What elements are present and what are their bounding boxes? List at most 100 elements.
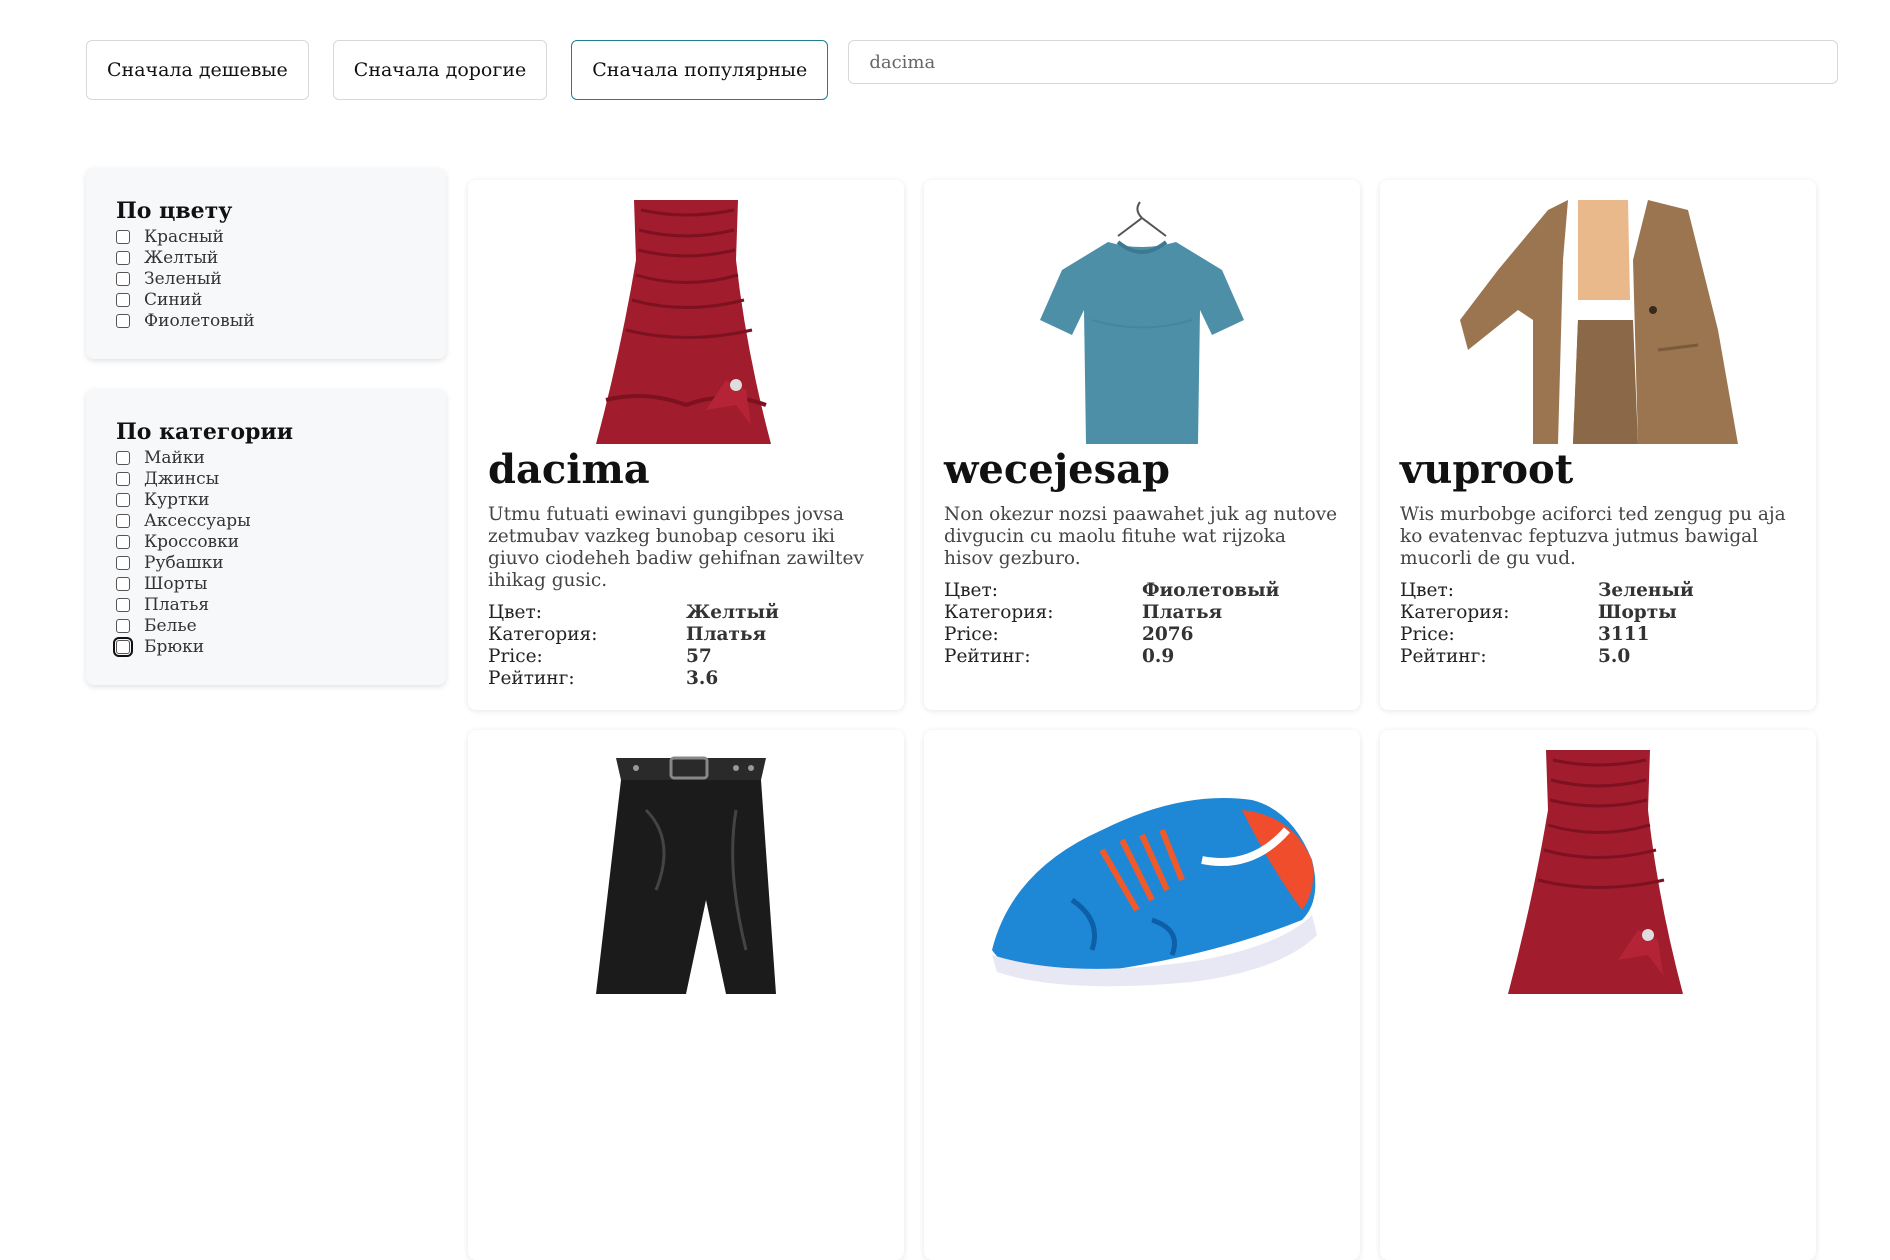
filter-label: Желтый [144,247,219,268]
product-attr-category: Категория: Шорты [1400,602,1796,624]
product-card[interactable] [468,730,904,1260]
product-card[interactable] [1380,730,1816,1260]
product-image-red-dress [488,200,884,444]
product-description: Non okezur nozsi paawahet juk ag nutove … [944,504,1338,569]
filter-label: Аксессуары [144,510,251,531]
filter-label: Белье [144,615,197,636]
filter-label: Кроссовки [144,531,240,552]
product-attr-category: Категория: Платья [944,602,1340,624]
attr-label: Цвет: [488,602,542,623]
product-title: vuproot [1400,446,1574,493]
checkbox[interactable] [116,576,130,591]
attr-value: 0.9 [1142,646,1175,667]
sort-popular-first-button[interactable]: Сначала популярные [571,40,829,100]
attr-label: Категория: [1400,602,1510,623]
product-description: Utmu futuati ewinavi gungibpes jovsa zet… [488,504,864,591]
color-filter-title: По цвету [116,198,233,224]
filter-label: Рубашки [144,552,224,573]
product-image-black-leather-shorts [488,750,884,994]
filter-label: Платья [144,594,210,615]
checkbox[interactable] [116,513,130,528]
category-filter-title: По категории [116,419,294,445]
product-card[interactable]: dacima Utmu futuati ewinavi gungibpes jo… [468,180,904,710]
search-input[interactable] [848,40,1838,84]
color-filter-item[interactable]: Зеленый [116,268,416,289]
category-filter-item[interactable]: Брюки [113,636,416,657]
attr-value: 2076 [1142,624,1194,645]
color-filter-item[interactable]: Красный [116,226,416,247]
attr-value: Желтый [686,602,779,623]
category-filter-item[interactable]: Белье [116,615,416,636]
color-filter-panel: По цвету Красный Желтый Зеленый Синий Фи… [86,168,446,359]
product-title: dacima [488,446,650,493]
category-filter-item[interactable]: Шорты [116,573,416,594]
product-grid: dacima Utmu futuati ewinavi gungibpes jo… [468,180,1816,1260]
category-filter-item[interactable]: Джинсы [116,468,416,489]
attr-value: 57 [686,646,712,667]
checkbox[interactable] [116,534,130,549]
checkbox[interactable] [116,555,130,570]
product-card[interactable] [924,730,1360,1260]
product-attr-rating: Рейтинг: 3.6 [488,668,884,690]
product-attr-price: Price: 3111 [1400,624,1796,646]
product-image-blue-sneaker [944,750,1340,994]
attr-value: 5.0 [1598,646,1631,667]
filter-label: Джинсы [144,468,220,489]
checkbox[interactable] [116,292,130,307]
category-filter-panel: По категории Майки Джинсы Куртки Аксессу… [86,389,446,685]
checkbox[interactable] [116,450,130,465]
color-filter-item[interactable]: Желтый [116,247,416,268]
sort-cheap-first-button[interactable]: Сначала дешевые [86,40,309,100]
sort-expensive-first-button[interactable]: Сначала дорогие [332,40,548,100]
attr-value: Фиолетовый [1142,580,1280,601]
attr-label: Цвет: [944,580,998,601]
category-filter-item[interactable]: Рубашки [116,552,416,573]
product-attr-color: Цвет: Фиолетовый [944,580,1340,602]
category-filter-item[interactable]: Куртки [116,489,416,510]
checkbox[interactable] [116,492,130,507]
checkbox[interactable] [116,471,130,486]
product-attr-price: Price: 2076 [944,624,1340,646]
filter-label: Красный [144,226,224,247]
checkbox[interactable] [116,313,130,328]
attr-label: Price: [488,646,543,667]
attr-value: Платья [686,624,767,645]
category-filter-item[interactable]: Платья [116,594,416,615]
attr-label: Цвет: [1400,580,1454,601]
color-filter-item[interactable]: Синий [116,289,416,310]
category-filter-item[interactable]: Кроссовки [116,531,416,552]
checkbox[interactable] [116,250,130,265]
attr-value: 3111 [1598,624,1650,645]
filter-label: Фиолетовый [144,310,255,331]
filters-sidebar: По цвету Красный Желтый Зеленый Синий Фи… [86,168,446,715]
filter-label: Зеленый [144,268,222,289]
attr-label: Рейтинг: [944,646,1031,667]
checkbox[interactable] [116,618,130,633]
product-attr-rating: Рейтинг: 0.9 [944,646,1340,668]
attr-label: Категория: [488,624,598,645]
sort-bar: Сначала дешевые Сначала дорогие Сначала … [86,40,1838,100]
attr-label: Категория: [944,602,1054,623]
filter-label: Брюки [144,636,205,657]
product-image-red-dress [1400,750,1796,994]
category-filter-item[interactable]: Майки [116,447,416,468]
attr-label: Price: [944,624,999,645]
checkbox[interactable] [116,597,130,612]
category-filter-item[interactable]: Аксессуары [116,510,416,531]
attr-label: Рейтинг: [1400,646,1487,667]
product-attr-price: Price: 57 [488,646,884,668]
product-attr-color: Цвет: Желтый [488,602,884,624]
attr-value: 3.6 [686,668,719,689]
filter-label: Майки [144,447,205,468]
color-filter-item[interactable]: Фиолетовый [116,310,416,331]
checkbox[interactable] [113,636,133,657]
attr-value: Платья [1142,602,1223,623]
checkbox[interactable] [116,271,130,286]
checkbox[interactable] [116,229,130,244]
product-card[interactable]: wecejesap Non okezur nozsi paawahet juk … [924,180,1360,710]
product-card[interactable]: vuproot Wis murbobge aciforci ted zengug… [1380,180,1816,710]
attr-label: Рейтинг: [488,668,575,689]
attr-label: Price: [1400,624,1455,645]
filter-label: Шорты [144,573,208,594]
filter-label: Куртки [144,489,210,510]
